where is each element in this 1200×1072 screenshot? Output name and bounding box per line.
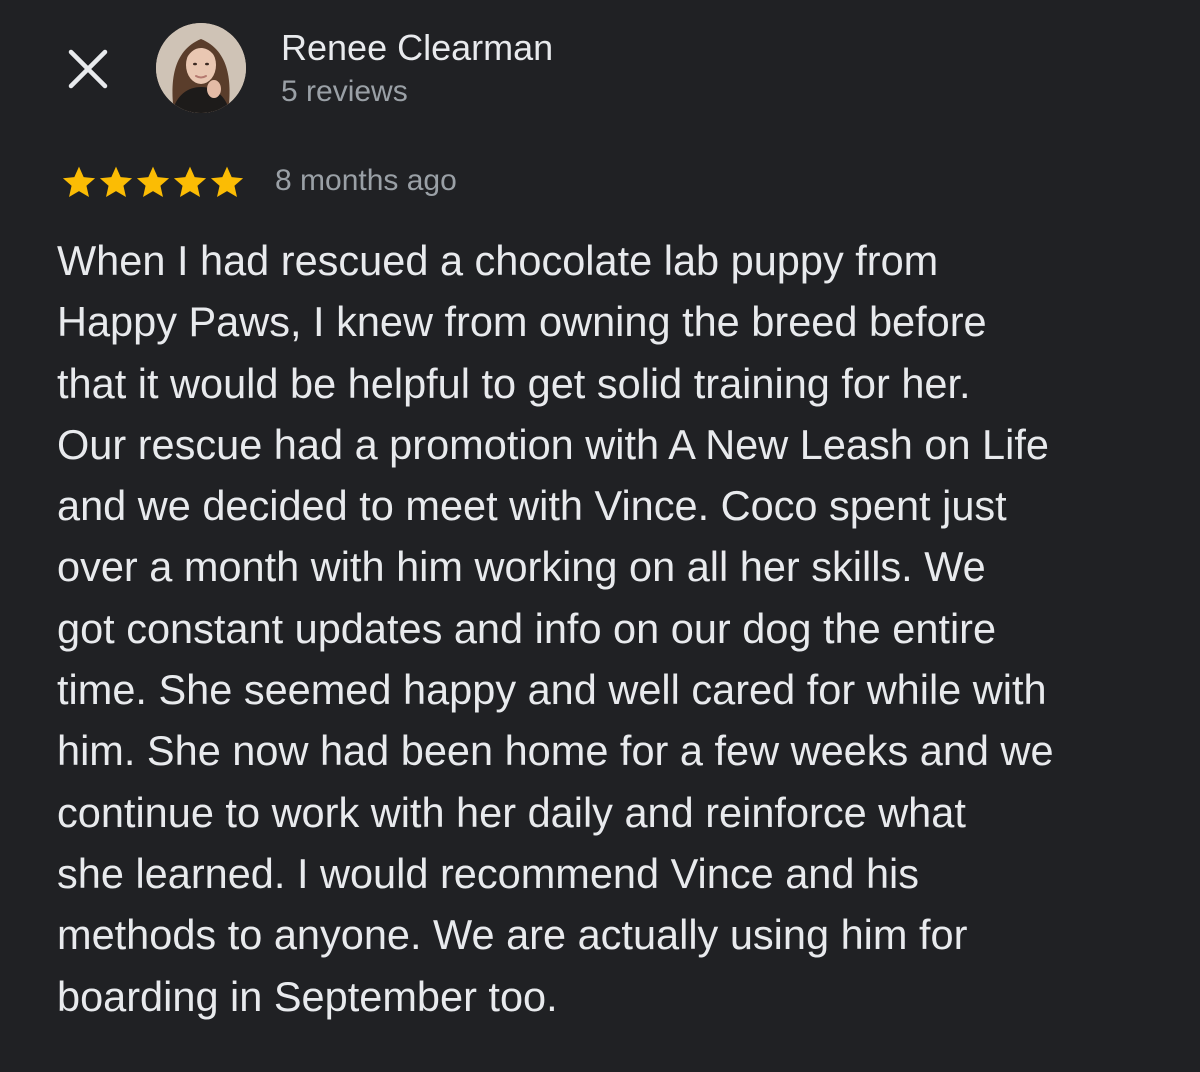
review-text-line: she learned. I would recommend Vince and… xyxy=(57,849,920,897)
close-icon xyxy=(68,49,108,89)
star-icon xyxy=(99,166,133,197)
review-text-line: and we decided to meet with Vince. Coco … xyxy=(57,482,1007,530)
review-body: When I had rescued a chocolate lab puppy… xyxy=(57,230,1167,1027)
review-text-line: got constant updates and info on our dog… xyxy=(57,604,997,652)
review-text-line: When I had rescued a chocolate lab puppy… xyxy=(57,237,939,284)
review-text-line: that it would be helpful to get solid tr… xyxy=(57,359,971,407)
review-text-line: over a month with him working on all her… xyxy=(57,543,986,591)
review-text-line: him. She now had been home for a few wee… xyxy=(57,727,1054,775)
review-time: 8 months ago xyxy=(275,164,457,197)
star-icon xyxy=(210,166,244,197)
avatar[interactable] xyxy=(156,23,246,113)
star-icon xyxy=(62,166,96,197)
review-text-line: continue to work with her daily and rein… xyxy=(57,788,966,836)
close-button[interactable] xyxy=(62,44,114,96)
review-text-line: Our rescue had a promotion with A New Le… xyxy=(57,420,1049,468)
review-text-line: Happy Paws, I knew from owning the breed… xyxy=(57,298,987,346)
star-icon xyxy=(136,166,170,197)
reviewer-name[interactable]: Renee Clearman xyxy=(281,26,553,70)
review-text-line: boarding in September too. xyxy=(57,972,558,1020)
review-text-line: methods to anyone. We are actually using… xyxy=(57,911,968,959)
star-rating xyxy=(60,163,245,201)
avatar-photo xyxy=(156,23,246,113)
star-icon xyxy=(173,166,207,197)
review-text-line: time. She seemed happy and well cared fo… xyxy=(57,666,1047,714)
review-count: 5 reviews xyxy=(281,75,408,108)
